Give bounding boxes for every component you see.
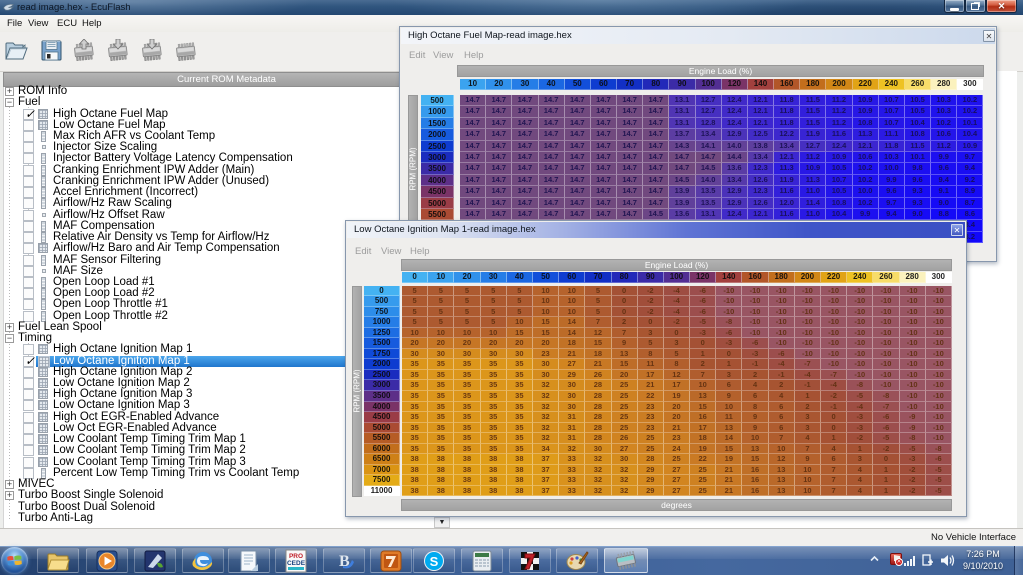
svg-text:PRO: PRO <box>289 553 303 560</box>
svg-text:S: S <box>430 554 439 569</box>
svg-text:CEDE: CEDE <box>287 560 306 567</box>
